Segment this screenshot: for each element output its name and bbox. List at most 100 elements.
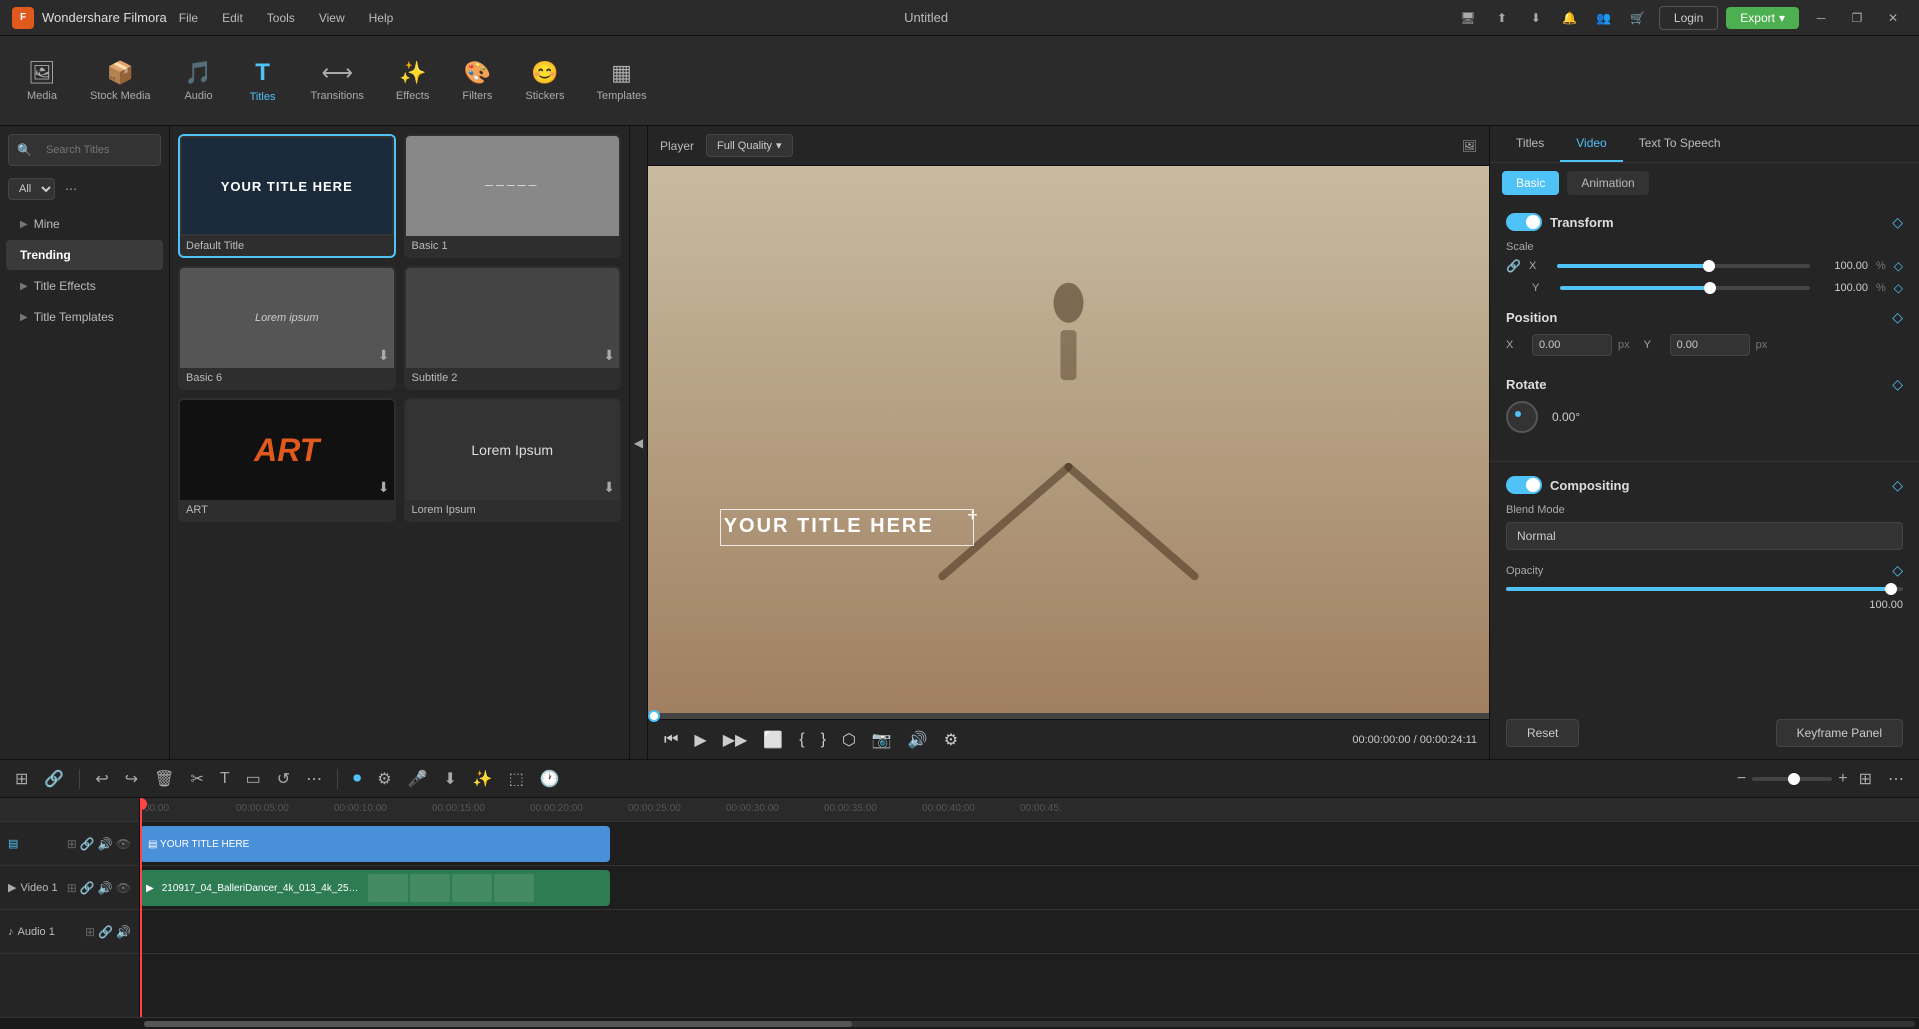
tl-cut-button[interactable]: ✂ [185,766,208,792]
position-keyframe-icon[interactable]: ◇ [1892,309,1903,326]
tl-view-button[interactable]: ⊞ [1854,766,1877,792]
play-button[interactable]: ▶ [690,726,710,754]
menu-edit[interactable]: Edit [218,9,247,27]
opacity-thumb[interactable] [1885,583,1897,595]
tl-undo-button[interactable]: ↩ [90,766,113,792]
mark-in-button[interactable]: { [795,727,808,753]
tl-crop-button[interactable]: ▭ [241,766,266,792]
opacity-slider[interactable] [1506,587,1903,591]
tab-video[interactable]: Video [1560,126,1622,162]
people-icon[interactable]: 👥 [1591,5,1617,31]
compositing-keyframe-icon[interactable]: ◇ [1892,477,1903,494]
zoom-in-button[interactable]: + [1838,770,1847,788]
share-icon[interactable]: ⬆ [1489,5,1515,31]
sidebar-item-title-effects[interactable]: ▶ Title Effects [6,271,163,301]
track-1-eye-icon[interactable]: 👁 [116,881,131,895]
tab-text-to-speech[interactable]: Text To Speech [1623,126,1737,162]
zoom-thumb[interactable] [1788,773,1800,785]
close-button[interactable]: ✕ [1879,4,1907,32]
track-1-link-icon[interactable]: 🔗 [80,881,95,895]
keyframe-panel-button[interactable]: Keyframe Panel [1776,719,1903,747]
quality-button[interactable]: Full Quality ▾ [706,134,793,157]
player-progress-bar[interactable] [648,713,1489,719]
download-icon[interactable]: ⬇ [1523,5,1549,31]
zoom-out-button[interactable]: − [1737,770,1746,788]
menu-file[interactable]: File [175,9,202,27]
track-2-link-icon[interactable]: 🔗 [80,837,95,851]
tl-link-button[interactable]: 🔗 [39,766,69,792]
scale-x-keyframe-icon[interactable]: ◇ [1894,259,1903,273]
stop-button[interactable]: ⬜ [759,726,787,754]
tl-effects-button[interactable]: ✨ [468,766,498,792]
tool-filters[interactable]: 🎨 Filters [447,52,507,110]
scale-y-thumb[interactable] [1704,282,1716,294]
card-art[interactable]: ART ⬇ ART [178,398,396,522]
timeline-scroll-track[interactable] [144,1021,1915,1027]
tl-grid-button[interactable]: ⊞ [10,766,33,792]
export-button[interactable]: Export ▾ [1726,7,1799,29]
tool-stock-media[interactable]: 📦 Stock Media [76,52,165,110]
sub-tab-basic[interactable]: Basic [1502,171,1559,195]
settings-button[interactable]: ⚙ [940,726,962,754]
tl-settings-button[interactable]: ⚙ [372,766,396,792]
tab-titles[interactable]: Titles [1500,126,1560,162]
insert-button[interactable]: ⬡ [838,726,860,754]
volume-button[interactable]: 🔊 [904,726,932,754]
player-screenshot-icon[interactable]: 🖼 [1462,139,1477,153]
skip-back-button[interactable]: ⏮ [660,727,682,753]
sidebar-item-mine[interactable]: ▶ Mine [6,209,163,239]
menu-tools[interactable]: Tools [263,9,299,27]
sub-tab-animation[interactable]: Animation [1567,171,1648,195]
device-icon[interactable]: 🖥 [1455,5,1481,31]
scale-y-slider[interactable] [1560,286,1810,290]
snapshot-button[interactable]: 📷 [868,726,896,754]
transform-toggle[interactable] [1506,213,1542,231]
add-element-button[interactable]: + [967,505,978,526]
audio-1-link-icon[interactable]: 🔗 [98,925,113,939]
audio-1-mute-icon[interactable]: 🔊 [116,925,131,939]
tl-text-button[interactable]: T [215,767,235,791]
tl-speed-button[interactable]: 🕐 [535,766,565,792]
scale-x-slider[interactable] [1557,264,1810,268]
reset-button[interactable]: Reset [1506,719,1579,747]
track-2-audio-icon[interactable]: 🔊 [98,837,113,851]
rotate-keyframe-icon[interactable]: ◇ [1892,376,1903,393]
tool-stickers[interactable]: 😊 Stickers [511,52,578,110]
tool-titles[interactable]: T Titles [233,51,293,111]
scale-x-thumb[interactable] [1703,260,1715,272]
tool-templates[interactable]: ▦ Templates [582,52,660,110]
tl-export-button[interactable]: ⬇ [438,766,461,792]
tool-transitions[interactable]: ⟷ Transitions [297,52,378,110]
video-clip[interactable]: ▶ 210917_04_BalleriDancer_4k_013_4k_2500… [140,870,610,906]
tool-media[interactable]: 🖼 Media [12,52,72,110]
card-subtitle-2[interactable]: ⬇ Subtitle 2 [404,266,622,390]
tool-audio[interactable]: 🎵 Audio [169,52,229,110]
card-lorem-ipsum[interactable]: Lorem Ipsum ⬇ Lorem Ipsum [404,398,622,522]
blend-mode-select[interactable]: Normal Multiply Screen Overlay [1506,522,1903,550]
scale-y-keyframe-icon[interactable]: ◇ [1894,281,1903,295]
card-default-title[interactable]: YOUR TITLE HERE Default Title [178,134,396,258]
bell-icon[interactable]: 🔔 [1557,5,1583,31]
transform-keyframe-icon[interactable]: ◇ [1892,214,1903,231]
timeline-scroll-thumb[interactable] [144,1021,852,1027]
tl-record-button[interactable]: ⏺ [348,767,366,791]
menu-view[interactable]: View [315,9,349,27]
maximize-button[interactable]: ❐ [1843,4,1871,32]
tl-more-button[interactable]: ⋯ [301,766,327,792]
track-2-eye-icon[interactable]: 👁 [116,837,131,851]
title-clip[interactable]: ▤ YOUR TITLE HERE [140,826,610,862]
track-2-add-icon[interactable]: ⊞ [67,837,77,851]
position-y-input[interactable] [1670,334,1750,356]
more-options-button[interactable]: ⋯ [59,180,83,198]
track-1-audio-icon[interactable]: 🔊 [98,881,113,895]
cart-icon[interactable]: 🛒 [1625,5,1651,31]
sidebar-item-title-templates[interactable]: ▶ Title Templates [6,302,163,332]
search-input[interactable] [38,139,152,161]
login-button[interactable]: Login [1659,6,1718,30]
rotate-dial[interactable] [1506,401,1538,433]
compositing-toggle[interactable] [1506,476,1542,494]
card-basic-1[interactable]: ───── Basic 1 [404,134,622,258]
mark-out-button[interactable]: } [817,727,830,753]
tl-rotate-left-button[interactable]: ↺ [272,766,295,792]
tl-redo-button[interactable]: ↪ [120,766,143,792]
